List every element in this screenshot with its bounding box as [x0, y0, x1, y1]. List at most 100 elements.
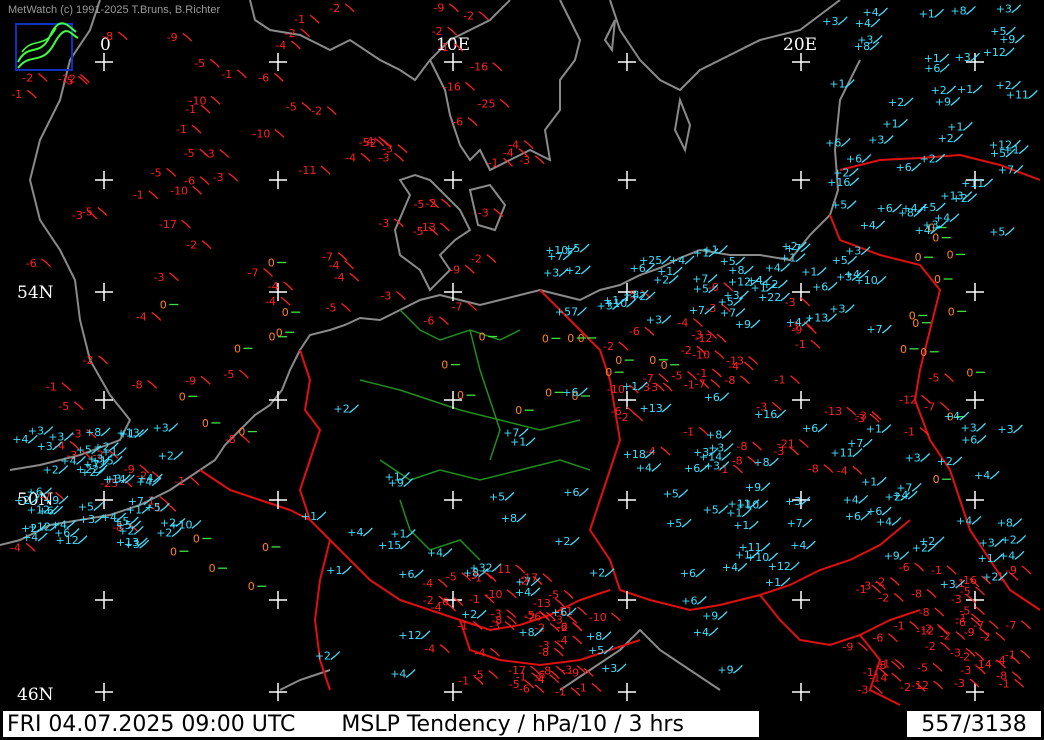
tendency-value: -2 [681, 344, 692, 357]
tendency-value: 0 [160, 299, 167, 312]
tendency-value: +8 [586, 630, 602, 643]
tendency-value: 0 [248, 580, 255, 593]
tendency-value: +6 [684, 462, 700, 475]
tendency-value: +3 [79, 513, 95, 526]
tendency-value: -1 [438, 41, 449, 54]
tendency-value: +9 [884, 550, 900, 563]
tendency-value: 0 [170, 545, 177, 558]
tendency-value: -13 [533, 597, 551, 610]
mslp-tendency-map: 0 10E 20E 54N 50N 46N -5 -6 -13 -14 -8 -10 -16 -9 -8-… [0, 0, 1044, 740]
tendency-value: +3 [124, 538, 140, 551]
tendency-value: -1 [863, 666, 874, 679]
metwatch-logo-icon [15, 22, 79, 71]
tendency-value: +7 [692, 273, 708, 286]
tendency-value: +2 [461, 608, 477, 621]
tendency-value: +5 [663, 488, 679, 501]
tendency-value: -1 [174, 475, 185, 488]
tendency-value: +6 [562, 386, 578, 399]
tendency-value: +7 [896, 481, 912, 494]
tendency-value: 0 [282, 306, 289, 319]
tendency-value: -3 [951, 593, 962, 606]
tendency-value: -2 [618, 411, 629, 424]
tendency-value: +5 [145, 501, 161, 514]
tendency-value: +2 [43, 464, 59, 477]
tendency-value: +1 [947, 120, 963, 133]
tendency-value: +12 [983, 46, 1006, 59]
tendency-value: +4 [636, 461, 652, 474]
tendency-value: +4 [347, 526, 363, 539]
tendency-value: +2 [653, 273, 669, 286]
tendency-value: +7 [515, 576, 531, 589]
tendency-value: +4 [876, 515, 892, 528]
tendency-value: 0 [209, 562, 216, 575]
tendency-value: -3 [478, 207, 489, 220]
tendency-value: +16 [827, 176, 850, 189]
tendency-value: -4 [268, 280, 279, 293]
tendency-value: -2 [900, 681, 911, 694]
tendency-value: +2 [14, 494, 30, 507]
tendency-value: +2 [781, 240, 797, 253]
tendency-value: +6 [924, 62, 940, 75]
tendency-value: -7 [1005, 619, 1016, 632]
tendency-value: +4 [12, 433, 28, 446]
tendency-value: +4 [693, 626, 709, 639]
tendency-value: +2 [315, 650, 331, 663]
tendency-value: +9 [735, 318, 751, 331]
tendency-value: -10 [252, 128, 270, 141]
tendency-value: -6 [519, 683, 530, 696]
tendency-value: +2 [937, 455, 953, 468]
tendency-value: -8 [911, 588, 922, 601]
tendency-value: -3 [72, 209, 83, 222]
tendency-value: -9 [167, 31, 178, 44]
tendency-value: -9 [433, 2, 444, 15]
tendency-value: +22 [758, 291, 781, 304]
tendency-value: +1 [733, 519, 749, 532]
tendency-value: -3 [960, 664, 971, 677]
footer-info-box: FRI 04.07.2025 09:00 UTC MSLP Tendency /… [2, 710, 760, 738]
tendency-value: -4 [10, 541, 21, 554]
tendency-value: -2 [603, 340, 614, 353]
tendency-value: -5 [58, 400, 69, 413]
tendency-value: -1 [696, 367, 707, 380]
tendency-value: 0 [457, 389, 464, 402]
tendency-value: +6 [825, 137, 841, 150]
tendency-value: 0 [615, 354, 622, 367]
tendency-value: -1 [11, 88, 22, 101]
tendency-value: +1 [510, 436, 526, 449]
tendency-value: -2 [432, 25, 443, 38]
tendency-value: -8 [808, 463, 819, 476]
tendency-value: +11 [830, 447, 853, 460]
tendency-value: 0 [920, 346, 927, 359]
tendency-value: -2 [423, 594, 434, 607]
tendency-value: -4 [837, 464, 848, 477]
tendency-value: -25 [478, 97, 496, 110]
tendency-value: -4 [475, 646, 486, 659]
tendency-value: -1 [185, 103, 196, 116]
tendency-value: -1 [894, 619, 905, 632]
tendency-value: +3 [153, 421, 169, 434]
tendency-value: +5 [489, 490, 505, 503]
tendency-value: -2 [557, 621, 568, 634]
tendency-value: -2 [874, 576, 885, 589]
tendency-value: +4 [843, 493, 859, 506]
tendency-value: -16 [470, 61, 488, 74]
tendency-value: +6 [846, 153, 862, 166]
tendency-value: 0 [567, 332, 574, 345]
tendency-value: +4 [786, 316, 802, 329]
tendency-value: -3 [519, 154, 530, 167]
tendency-value: -5 [194, 57, 205, 70]
tendency-value: +4 [790, 539, 806, 552]
tendency-value: -10 [589, 611, 607, 624]
tendency-value: -4 [557, 634, 568, 647]
tendency-value: +6 [704, 391, 720, 404]
tendency-value: +5 [990, 147, 1006, 160]
tendency-value: +7 [689, 304, 705, 317]
tendency-value: +11 [961, 177, 984, 190]
tendency-value: +1 [829, 78, 845, 91]
tendency-value: +8 [898, 207, 914, 220]
tendency-value: -9 [449, 263, 460, 276]
tendency-value: 0 [238, 426, 245, 439]
tendency-value: -3 [213, 171, 224, 184]
tendency-value: -8 [132, 378, 143, 391]
tendency-value: -4 [677, 317, 688, 330]
